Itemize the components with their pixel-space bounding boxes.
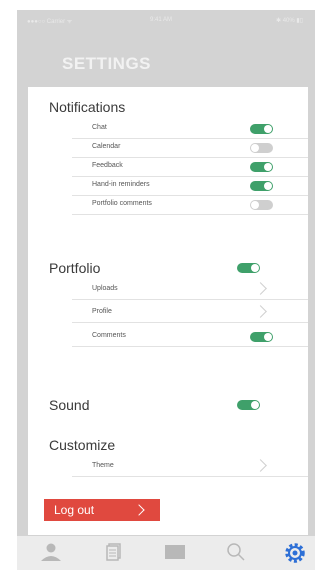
toggle-hand-in-reminders[interactable] — [250, 181, 273, 191]
section-title-notifications: Notifications — [49, 99, 126, 115]
phone-screen: ●●●○○ Carrier ᯤ 9:41 AM ✱ 40% ▮▯ SETTING… — [17, 10, 315, 570]
row-portfolio-comments[interactable]: Portfolio comments — [72, 196, 308, 215]
toggle-calendar[interactable] — [250, 143, 273, 153]
toggle-portfolio[interactable] — [237, 263, 260, 273]
section-title-portfolio: Portfolio — [49, 260, 101, 276]
row-label: Comments — [92, 332, 126, 339]
row-label: Profile — [92, 308, 112, 315]
section-title-sound: Sound — [49, 397, 90, 413]
toggle-chat[interactable] — [250, 124, 273, 134]
row-calendar[interactable]: Calendar — [72, 139, 308, 158]
tab-profile[interactable] — [31, 536, 71, 570]
carrier-signal: ●●●○○ Carrier ᯤ — [27, 19, 73, 25]
chat-icon — [165, 545, 185, 559]
tab-bar — [17, 536, 315, 570]
search-icon — [227, 543, 245, 561]
row-label: Chat — [92, 124, 107, 131]
row-hand-in-reminders[interactable]: Hand-in reminders — [72, 177, 308, 196]
row-label: Theme — [92, 462, 114, 469]
row-label: Portfolio comments — [92, 200, 152, 207]
chevron-right-icon — [133, 504, 145, 516]
person-icon — [41, 543, 61, 561]
status-bar: ●●●○○ Carrier ᯤ 9:41 AM ✱ 40% ▮▯ — [17, 10, 315, 30]
tab-documents[interactable] — [94, 536, 134, 570]
row-label: Calendar — [92, 143, 121, 150]
row-feedback[interactable]: Feedback — [72, 158, 308, 177]
toggle-comments[interactable] — [250, 332, 273, 342]
logout-label: Log out — [54, 503, 95, 517]
row-label: Hand-in reminders — [92, 181, 150, 188]
gear-icon — [285, 543, 305, 563]
toggle-feedback[interactable] — [250, 162, 273, 172]
settings-card: Notifications Chat Calendar Feedback Han… — [28, 87, 308, 535]
chevron-right-icon — [254, 459, 267, 472]
toggle-sound[interactable] — [237, 400, 260, 410]
battery-indicator: ✱ 40% ▮▯ — [276, 18, 303, 24]
section-title-customize: Customize — [49, 437, 116, 453]
row-chat[interactable]: Chat — [72, 120, 308, 139]
tab-chat[interactable] — [155, 536, 195, 570]
tab-search[interactable] — [216, 536, 256, 570]
row-label: Uploads — [92, 285, 118, 292]
chevron-right-icon — [254, 305, 267, 318]
documents-icon — [106, 543, 121, 561]
status-time: 9:41 AM — [150, 17, 173, 23]
row-theme[interactable]: Theme — [72, 458, 308, 477]
logout-button[interactable]: Log out — [44, 499, 160, 521]
row-profile[interactable]: Profile — [72, 304, 308, 323]
row-comments[interactable]: Comments — [72, 328, 308, 347]
row-label: Feedback — [92, 162, 123, 169]
chevron-right-icon — [254, 282, 267, 295]
page-title: SETTINGS — [62, 54, 152, 73]
toggle-portfolio-comments[interactable] — [250, 200, 273, 210]
tab-settings[interactable] — [275, 536, 315, 570]
row-uploads[interactable]: Uploads — [72, 281, 308, 300]
